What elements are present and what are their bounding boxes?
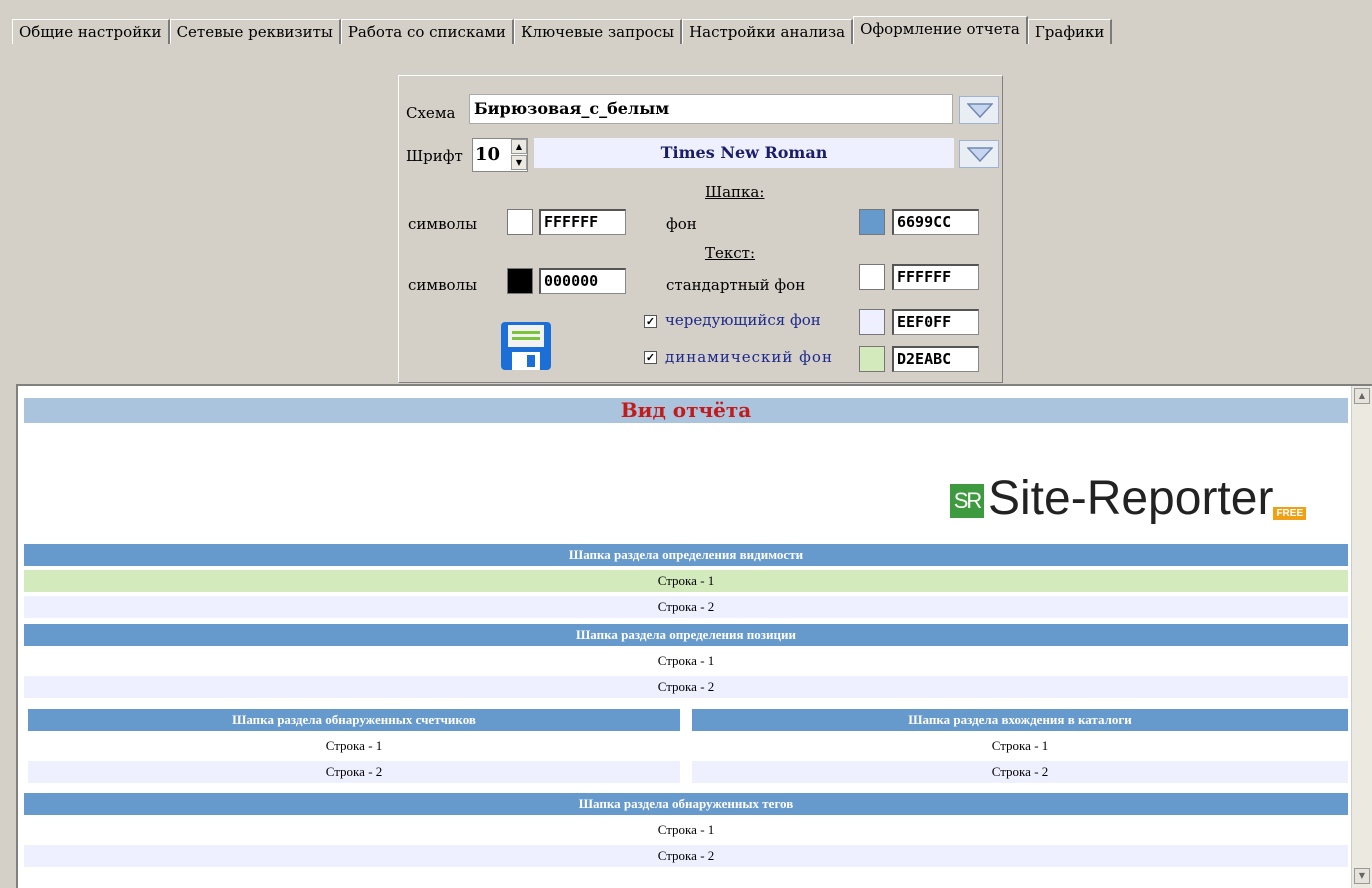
text-symbols-hex-input[interactable]: 000000 [539, 268, 626, 294]
font-label: Шрифт [406, 147, 463, 165]
tab-network-details[interactable]: Сетевые реквизиты [169, 19, 341, 44]
visibility-section-header: Шапка раздела определения видимости [24, 544, 1348, 566]
header-symbols-hex-input[interactable]: FFFFFF [539, 209, 626, 235]
dynamic-bg-label: динамический фон [665, 348, 833, 366]
text-section-label: Текст: [705, 244, 756, 262]
header-section-label: Шапка: [705, 183, 765, 201]
dynamic-bg-checkbox[interactable]: ✓ [644, 351, 657, 364]
chevron-down-icon [967, 103, 993, 119]
visibility-row-2: Строка - 2 [24, 596, 1348, 618]
catalogs-row-1: Строка - 1 [692, 735, 1348, 757]
header-bg-hex-input[interactable]: 6699CC [892, 209, 979, 235]
position-row-2: Строка - 2 [24, 676, 1348, 698]
font-size-spin[interactable]: ▲ ▼ [511, 139, 527, 171]
header-bg-label: фон [666, 215, 697, 233]
header-bg-swatch[interactable] [859, 209, 885, 235]
position-section-header: Шапка раздела определения позиции [24, 624, 1348, 646]
report-title: Вид отчёта [24, 398, 1348, 423]
font-size-value: 10 [475, 144, 501, 165]
header-symbols-swatch[interactable] [507, 209, 533, 235]
spin-up-icon[interactable]: ▲ [511, 139, 527, 154]
scroll-up-icon[interactable]: ▲ [1354, 388, 1370, 404]
tags-row-1: Строка - 1 [24, 819, 1348, 841]
text-symbols-swatch[interactable] [507, 268, 533, 294]
counters-row-2: Строка - 2 [28, 761, 680, 783]
dynamic-bg-hex-input[interactable]: D2EABC [892, 346, 979, 372]
font-size-stepper[interactable]: 10 ▲ ▼ [472, 138, 528, 172]
counters-section-header: Шапка раздела обнаруженных счетчиков [28, 709, 680, 731]
dynamic-bg-swatch[interactable] [859, 346, 885, 372]
tab-analysis-settings[interactable]: Настройки анализа [682, 19, 854, 44]
counters-row-1: Строка - 1 [28, 735, 680, 757]
report-design-panel: Схема Бирюзовая_с_белым Шрифт 10 ▲ ▼ Tim… [398, 75, 1003, 383]
position-row-1: Строка - 1 [24, 650, 1348, 672]
font-family-select[interactable]: Times New Roman [534, 138, 954, 168]
font-dropdown-button[interactable] [959, 140, 999, 168]
tab-report-design[interactable]: Оформление отчета [853, 16, 1028, 44]
vertical-scrollbar[interactable]: ▲ ▼ [1351, 386, 1372, 888]
alternating-bg-label: чередующийся фон [665, 311, 821, 329]
spin-down-icon[interactable]: ▼ [511, 155, 527, 170]
alternating-bg-hex-input[interactable]: EEF0FF [892, 309, 979, 335]
site-reporter-logo: SR Site-Reporter FREE [950, 468, 1307, 525]
alternating-bg-swatch[interactable] [859, 309, 885, 335]
chevron-down-icon [967, 147, 993, 163]
tags-row-2: Строка - 2 [24, 845, 1348, 867]
catalogs-row-2: Строка - 2 [692, 761, 1348, 783]
scheme-dropdown-button[interactable] [959, 96, 999, 124]
tab-bar: Общие настройки Сетевые реквизиты Работа… [12, 16, 1113, 44]
scheme-select[interactable]: Бирюзовая_с_белым [469, 94, 953, 124]
logo-text: Site-Reporter [988, 472, 1274, 525]
tab-lists[interactable]: Работа со списками [340, 19, 514, 44]
standard-bg-swatch[interactable] [859, 264, 885, 290]
tab-general-settings[interactable]: Общие настройки [12, 19, 170, 44]
header-symbols-label: символы [408, 215, 478, 233]
logo-free-badge: FREE [1273, 507, 1307, 520]
standard-bg-label: стандартный фон [666, 276, 806, 294]
report-preview: Вид отчёта SR Site-Reporter FREE Шапка р… [16, 384, 1372, 888]
tab-keywords[interactable]: Ключевые запросы [513, 19, 683, 44]
logo-mark: SR [950, 484, 984, 518]
text-symbols-label: символы [408, 276, 478, 294]
scroll-down-icon[interactable]: ▼ [1354, 868, 1370, 884]
catalogs-section-header: Шапка раздела вхождения в каталоги [692, 709, 1348, 731]
floppy-disk-save-icon[interactable] [500, 321, 552, 371]
visibility-row-1: Строка - 1 [24, 570, 1348, 592]
tab-charts[interactable]: Графики [1027, 19, 1113, 44]
tags-section-header: Шапка раздела обнаруженных тегов [24, 793, 1348, 815]
alternating-bg-checkbox[interactable]: ✓ [644, 315, 657, 328]
standard-bg-hex-input[interactable]: FFFFFF [892, 264, 979, 290]
scheme-label: Схема [406, 104, 456, 122]
